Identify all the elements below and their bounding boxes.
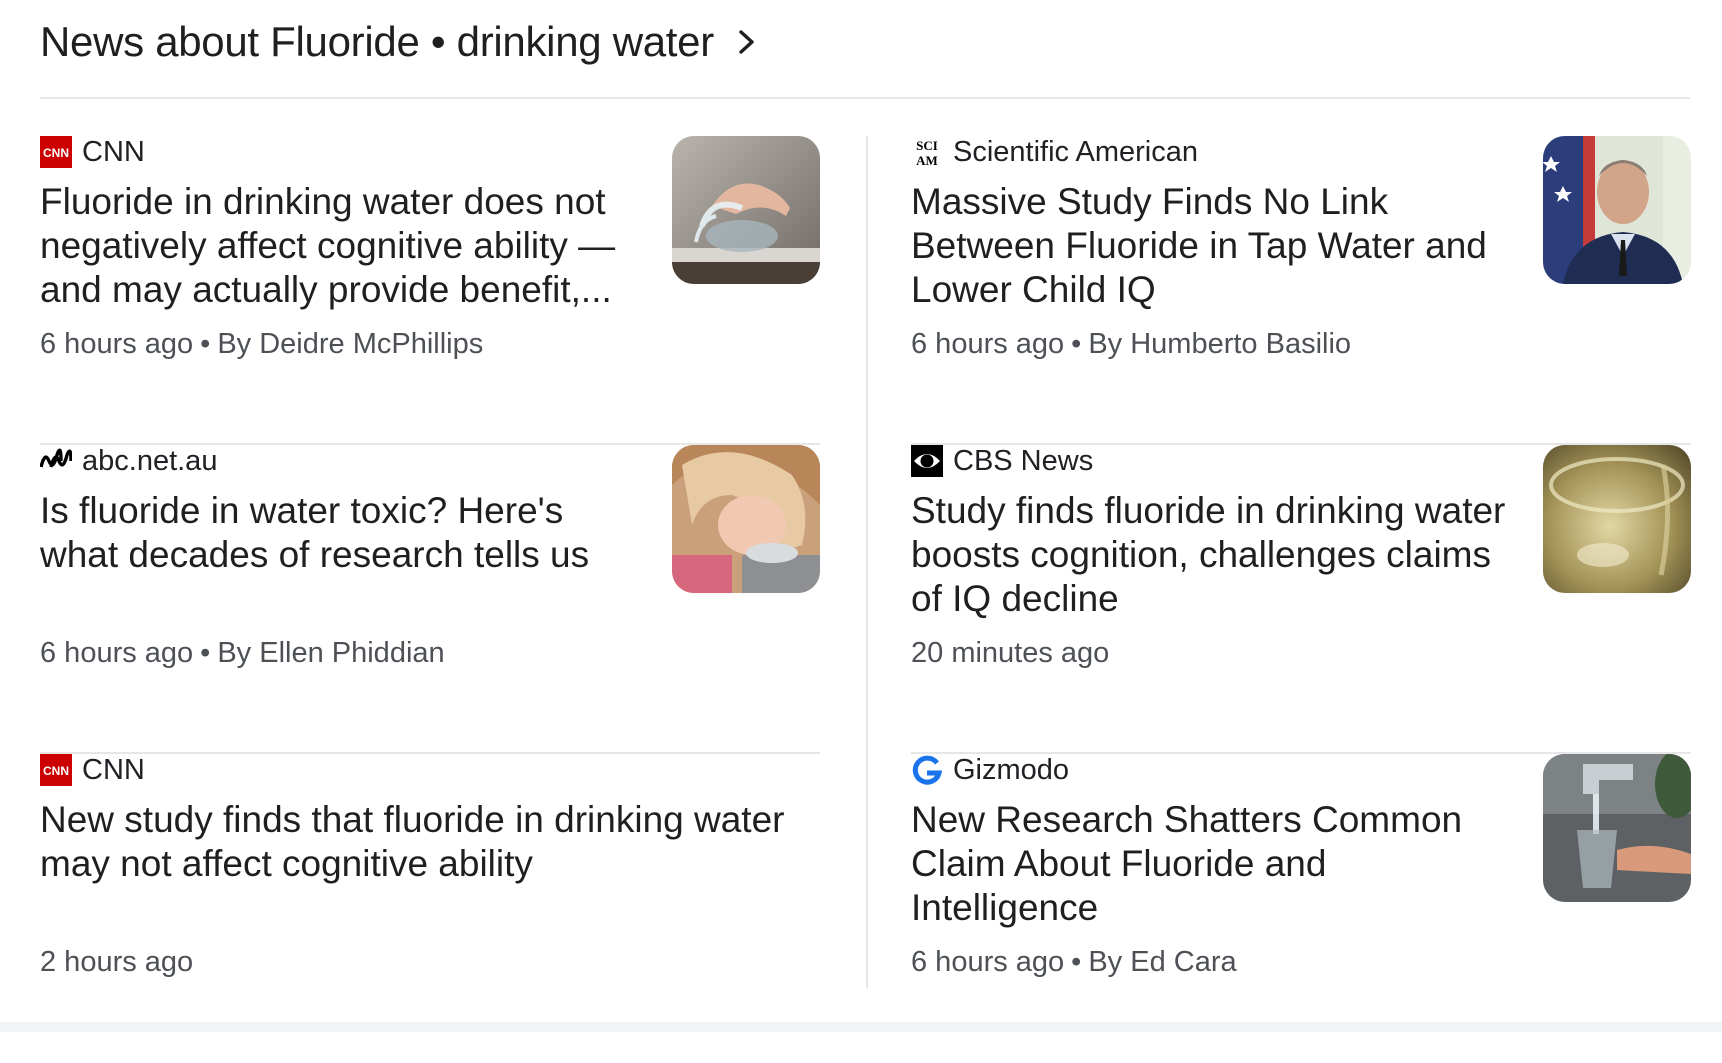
news-card: News about Fluoride • drinking water CNN… xyxy=(0,0,1722,1032)
news-source-name: CBS News xyxy=(953,444,1094,477)
tap-water-image[interactable] xyxy=(1543,754,1691,902)
abc-logo-icon xyxy=(40,445,72,477)
child-drinking-image[interactable] xyxy=(672,445,820,593)
news-time: 6 hours ago xyxy=(911,946,1065,978)
news-meta: 6 hours ago • By Ed Cara xyxy=(911,946,1237,979)
sciam-logo-icon: SCI AM xyxy=(911,136,943,168)
chevron-right-icon xyxy=(739,30,754,54)
news-item-abc-fluoride-toxic[interactable]: abc.net.au Is fluoride in water toxic? H… xyxy=(40,445,820,754)
svg-text:SCI: SCI xyxy=(916,138,938,153)
meta-separator: • xyxy=(200,637,211,669)
news-source: Gizmodo xyxy=(911,754,1069,786)
news-headline[interactable]: Study finds fluoride in drinking water b… xyxy=(911,489,1511,621)
water-glass-image[interactable] xyxy=(1543,445,1691,593)
news-source: CBS News xyxy=(911,445,1093,477)
news-headline[interactable]: Is fluoride in water toxic? Here's what … xyxy=(40,489,640,577)
meta-separator: • xyxy=(1071,328,1082,360)
news-source-name: CNN xyxy=(82,753,145,786)
svg-text:AM: AM xyxy=(916,153,938,168)
drinking-fountain-image[interactable] xyxy=(672,136,820,284)
news-byline: By Ed Cara xyxy=(1088,946,1237,978)
news-source-name: Scientific American xyxy=(953,135,1198,168)
news-time: 20 minutes ago xyxy=(911,637,1110,669)
news-header-link[interactable]: News about Fluoride • drinking water xyxy=(40,14,760,70)
column-divider xyxy=(866,136,868,988)
gizmodo-logo-icon xyxy=(911,754,943,786)
news-source-name: CNN xyxy=(82,135,145,168)
page-background-strip xyxy=(0,1022,1722,1032)
news-meta: 2 hours ago xyxy=(40,946,193,979)
news-item-sciam-massive-study[interactable]: SCI AM Scientific American Massive Study… xyxy=(911,136,1691,445)
news-headline[interactable]: Massive Study Finds No Link Between Fluo… xyxy=(911,180,1511,312)
news-item-cnn-new-study[interactable]: CNN CNN New study finds that fluoride in… xyxy=(40,754,820,1063)
news-time: 2 hours ago xyxy=(40,946,194,978)
portrait-image[interactable] xyxy=(1543,136,1691,284)
meta-separator: • xyxy=(200,328,211,360)
news-header-title: News about Fluoride • drinking water xyxy=(40,18,714,65)
news-headline[interactable]: New Research Shatters Common Claim About… xyxy=(911,798,1511,930)
news-item-cbs-boosts-cognition[interactable]: CBS News Study finds fluoride in drinkin… xyxy=(911,445,1691,754)
svg-text:CNN: CNN xyxy=(43,146,69,160)
news-byline: By Humberto Basilio xyxy=(1088,328,1352,360)
news-item-gizmodo-shatters-claim[interactable]: Gizmodo New Research Shatters Common Cla… xyxy=(911,754,1691,1063)
news-byline: By Deidre McPhillips xyxy=(217,328,484,360)
cnn-logo-icon: CNN xyxy=(40,136,72,168)
svg-text:CNN: CNN xyxy=(43,764,69,778)
news-meta: 20 minutes ago xyxy=(911,637,1109,670)
cnn-logo-icon: CNN xyxy=(40,754,72,786)
news-source: CNN CNN xyxy=(40,136,145,168)
news-source-name: Gizmodo xyxy=(953,753,1070,786)
news-item-cnn-fluoride-cognitive[interactable]: CNN CNN Fluoride in drinking water does … xyxy=(40,136,820,445)
news-column-left: CNN CNN Fluoride in drinking water does … xyxy=(40,136,820,1063)
news-source: SCI AM Scientific American xyxy=(911,135,1198,169)
news-column-right: SCI AM Scientific American Massive Study… xyxy=(911,136,1691,1063)
news-meta: 6 hours ago • By Ellen Phiddian xyxy=(40,637,445,670)
news-time: 6 hours ago xyxy=(40,637,194,669)
news-source: abc.net.au xyxy=(40,445,217,477)
header-divider xyxy=(40,97,1690,99)
news-time: 6 hours ago xyxy=(911,328,1065,360)
meta-separator: • xyxy=(1071,946,1082,978)
news-meta: 6 hours ago • By Humberto Basilio xyxy=(911,328,1351,361)
news-time: 6 hours ago xyxy=(40,328,194,360)
news-headline[interactable]: New study finds that fluoride in drinkin… xyxy=(40,798,820,886)
news-source: CNN CNN xyxy=(40,754,145,786)
cbs-eye-logo-icon xyxy=(911,445,943,477)
news-source-name: abc.net.au xyxy=(82,444,218,477)
news-meta: 6 hours ago • By Deidre McPhillips xyxy=(40,328,483,361)
news-byline: By Ellen Phiddian xyxy=(217,637,445,669)
news-headline[interactable]: Fluoride in drinking water does not nega… xyxy=(40,180,640,312)
